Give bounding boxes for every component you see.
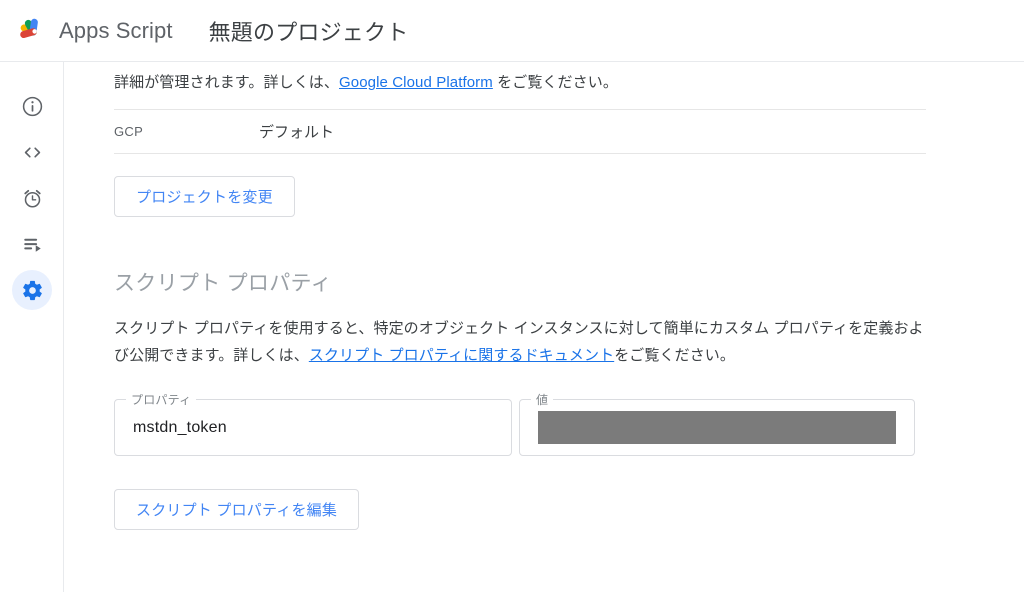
property-value-input[interactable] bbox=[538, 400, 900, 455]
change-project-button[interactable]: プロジェクトを変更 bbox=[114, 176, 295, 217]
sidebar-item-triggers[interactable] bbox=[0, 175, 64, 221]
project-title[interactable]: 無題のプロジェクト bbox=[209, 15, 409, 47]
gcp-row-key: GCP bbox=[114, 124, 144, 139]
alarm-clock-icon bbox=[21, 187, 44, 210]
script-properties-description-suffix: をご覧ください。 bbox=[614, 347, 735, 364]
code-brackets-icon bbox=[21, 141, 44, 164]
script-properties-heading: スクリプト プロパティ bbox=[114, 272, 332, 295]
app-header: Apps Script 無題のプロジェクト bbox=[0, 0, 1024, 62]
apps-script-logo-icon bbox=[16, 14, 50, 48]
property-name-input[interactable]: mstdn_token bbox=[133, 400, 497, 455]
script-properties-description: スクリプト プロパティを使用すると、特定のオブジェクト インスタンスに対して簡単… bbox=[114, 315, 929, 369]
brand[interactable]: Apps Script bbox=[16, 14, 173, 48]
info-circle-icon bbox=[21, 95, 44, 118]
redacted-value-block bbox=[538, 411, 896, 444]
gcp-description: 詳細が管理されます。詳しくは、Google Cloud Platform をご覧… bbox=[114, 62, 929, 96]
gcp-row: GCP デフォルト bbox=[114, 110, 926, 153]
sidebar-item-project-settings[interactable] bbox=[0, 267, 64, 313]
sidebar-item-editor[interactable] bbox=[0, 129, 64, 175]
script-properties-doc-link[interactable]: スクリプト プロパティに関するドキュメント bbox=[309, 347, 614, 364]
edit-script-properties-button[interactable]: スクリプト プロパティを編集 bbox=[114, 489, 360, 530]
left-nav-rail bbox=[0, 62, 64, 592]
property-fields-row: プロパティ mstdn_token 値 bbox=[114, 392, 1024, 456]
main-content: 詳細が管理されます。詳しくは、Google Cloud Platform をご覧… bbox=[65, 62, 1024, 592]
property-value-field[interactable]: 値 bbox=[519, 392, 915, 456]
product-name: Apps Script bbox=[59, 17, 173, 43]
google-cloud-platform-link[interactable]: Google Cloud Platform bbox=[339, 74, 493, 91]
execution-log-icon bbox=[21, 233, 44, 256]
gcp-description-suffix: をご覧ください。 bbox=[492, 74, 618, 91]
property-name-field[interactable]: プロパティ mstdn_token bbox=[114, 392, 512, 456]
sidebar-item-overview[interactable] bbox=[0, 83, 64, 129]
gcp-row-value: デフォルト bbox=[259, 124, 335, 141]
gear-icon bbox=[21, 279, 44, 302]
gcp-description-prefix: 詳細が管理されます。詳しくは、 bbox=[114, 74, 340, 91]
sidebar-item-executions[interactable] bbox=[0, 221, 64, 267]
